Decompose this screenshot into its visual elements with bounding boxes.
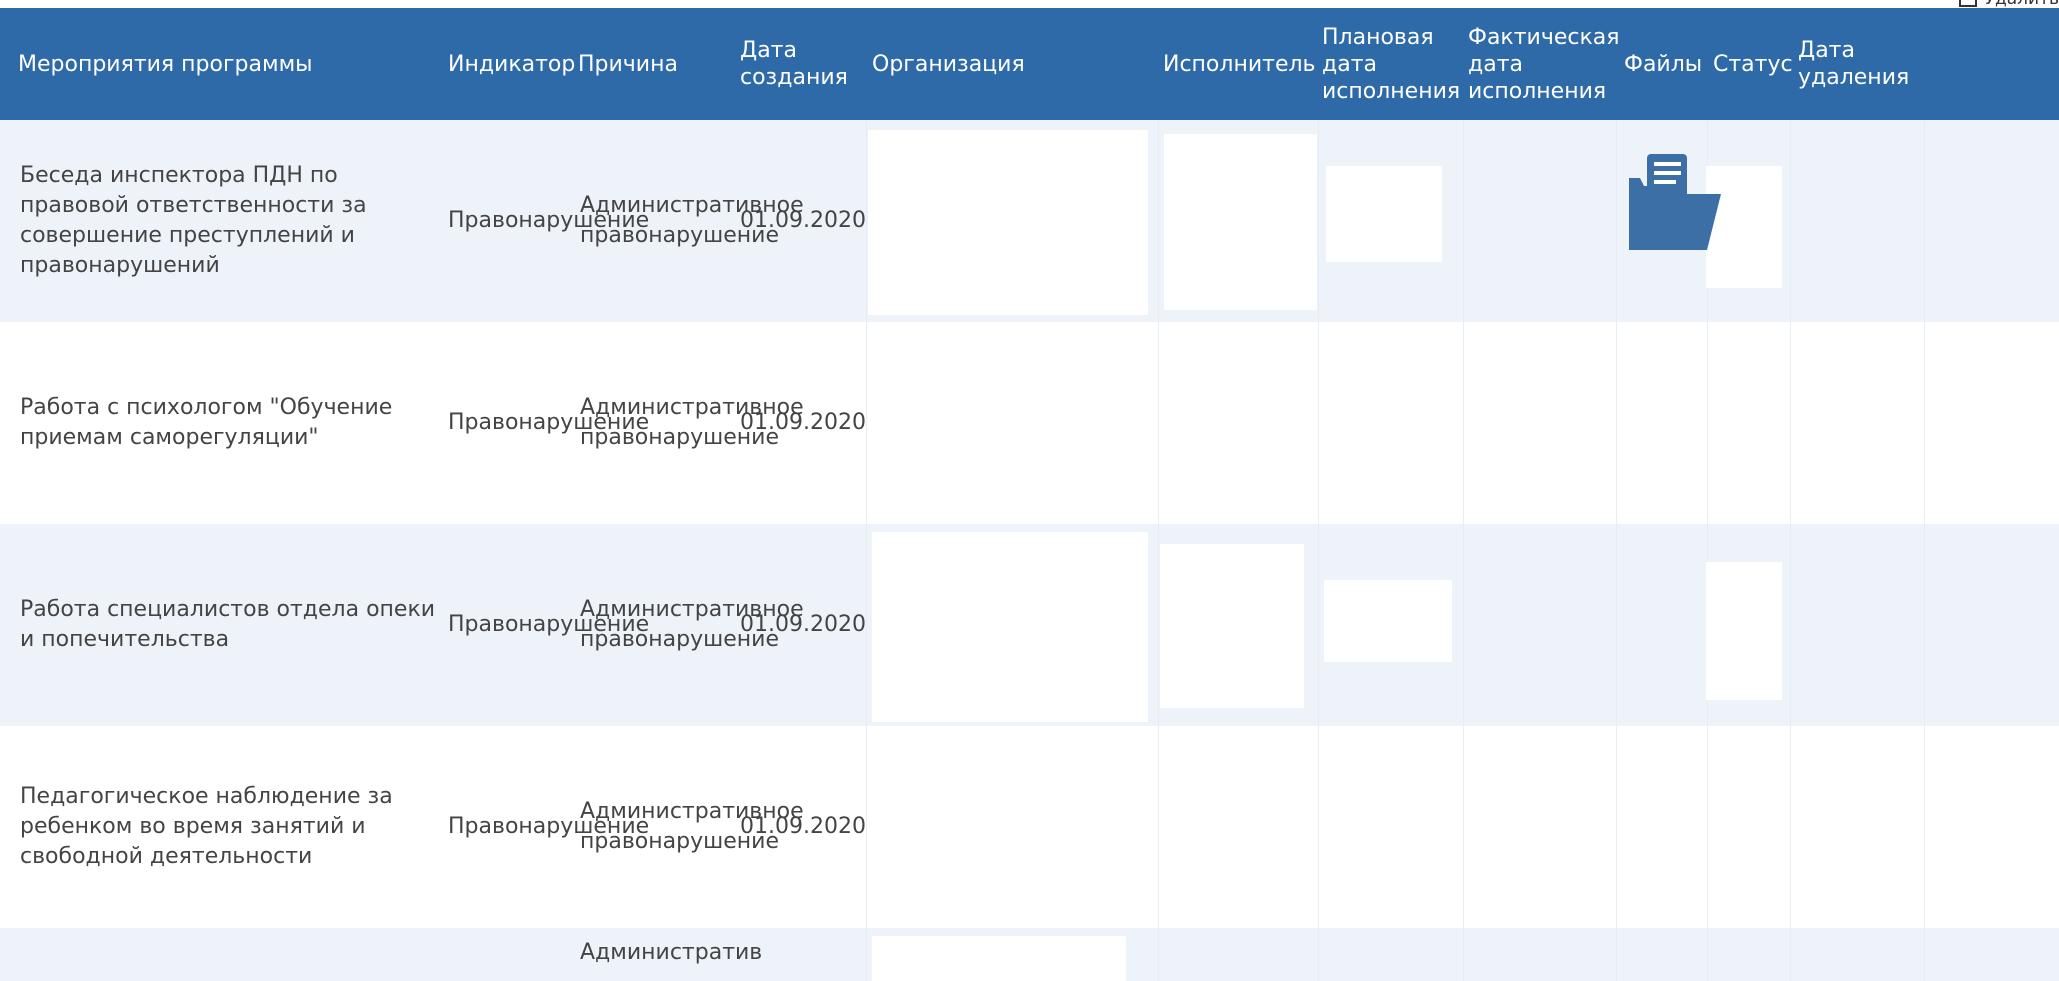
col-planned-date[interactable]: Плановая дата исполнения <box>1322 8 1462 120</box>
col-status-label: Статус <box>1713 51 1793 77</box>
planned-date-field[interactable] <box>1326 166 1442 262</box>
col-deleted-date[interactable]: Дата удаления <box>1798 8 1918 120</box>
table-header: Мероприятия программы Индикатор Причина … <box>0 8 2059 120</box>
folder-document-icon[interactable] <box>1625 146 1725 250</box>
col-divider <box>1318 120 1319 981</box>
cell-created-date: 01.09.2020 <box>740 814 866 839</box>
cell-reason: Административное правонарушение <box>580 193 804 248</box>
col-executor[interactable]: Исполнитель <box>1163 8 1316 120</box>
col-organization[interactable]: Организация <box>872 8 1152 120</box>
col-deleted-date-label: Дата удаления <box>1798 38 1910 90</box>
col-indicator-label: Индикатор <box>448 51 576 77</box>
col-executor-label: Исполнитель <box>1163 51 1316 77</box>
cell-indicator: Правонарушение <box>448 208 650 233</box>
col-files[interactable]: Файлы <box>1624 8 1704 120</box>
cell-indicator: Правонарушение <box>448 814 650 839</box>
col-reason[interactable]: Причина <box>578 8 728 120</box>
cell-created-date: 01.09.2020 <box>740 410 866 435</box>
cell-indicator: Правонарушение <box>448 410 650 435</box>
cell-reason: Административное правонарушение <box>580 395 804 450</box>
col-divider <box>866 120 867 981</box>
col-files-label: Файлы <box>1624 51 1703 77</box>
cell-created-date: 01.09.2020 <box>740 612 866 637</box>
delete-icon <box>1958 0 1977 7</box>
status-field[interactable] <box>1706 562 1782 700</box>
cell-event: Беседа инспектора ПДН по правовой ответс… <box>20 163 367 278</box>
delete-link[interactable]: Удалить <box>1958 0 2059 9</box>
col-created-date[interactable]: Дата создания <box>740 8 860 120</box>
executor-field[interactable] <box>1160 544 1304 708</box>
col-reason-label: Причина <box>578 51 678 77</box>
program-events-table: Мероприятия программы Индикатор Причина … <box>0 8 2059 981</box>
col-planned-date-label: Плановая дата исполнения <box>1322 24 1461 104</box>
cell-reason: Административ <box>580 940 763 965</box>
cell-event: Работа с психологом "Обучение приемам са… <box>20 395 393 450</box>
col-status[interactable]: Статус <box>1713 8 1793 120</box>
organization-field[interactable] <box>868 130 1148 315</box>
top-strip <box>0 0 2059 8</box>
executor-field[interactable] <box>1164 134 1317 310</box>
cell-indicator: Правонарушение <box>448 612 650 637</box>
col-divider <box>1158 120 1159 981</box>
organization-field[interactable] <box>872 936 1126 981</box>
cell-reason: Административное правонарушение <box>580 597 804 652</box>
col-actual-date-label: Фактическая дата исполнения <box>1468 24 1620 104</box>
organization-field[interactable] <box>872 532 1148 722</box>
col-indicator[interactable]: Индикатор <box>448 8 576 120</box>
col-actual-date[interactable]: Фактическая дата исполнения <box>1468 8 1628 120</box>
cell-reason: Административное правонарушение <box>580 799 804 854</box>
col-divider <box>1463 120 1464 981</box>
cell-event: Работа специалистов отдела опеки и попеч… <box>20 597 436 652</box>
col-divider <box>1924 120 1925 981</box>
table-row[interactable]: Работа с психологом "Обучение приемам са… <box>0 322 2059 524</box>
col-created-date-label: Дата создания <box>740 38 848 90</box>
planned-date-field[interactable] <box>1324 580 1452 662</box>
cell-event: Педагогическое наблюдение за ребенком во… <box>20 784 393 869</box>
col-organization-label: Организация <box>872 51 1025 77</box>
col-program-events[interactable]: Мероприятия программы <box>18 8 438 120</box>
col-divider <box>1616 120 1617 981</box>
cell-created-date: 01.09.2020 <box>740 208 866 233</box>
col-program-events-label: Мероприятия программы <box>18 51 313 77</box>
table-row[interactable]: Педагогическое наблюдение за ребенком во… <box>0 726 2059 928</box>
col-divider <box>1790 120 1791 981</box>
